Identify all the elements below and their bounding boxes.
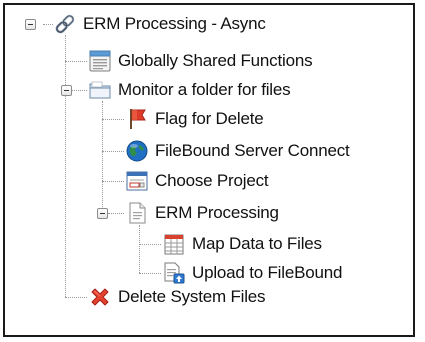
red-flag-icon <box>130 109 146 129</box>
calendar-list-icon <box>89 50 111 72</box>
red-x-icon <box>91 288 109 306</box>
upload-document-icon <box>164 262 185 284</box>
tree-view-panel: ERM Processing - Async Globally Shared F… <box>3 3 415 337</box>
tree-node-globally-shared-functions[interactable]: Globally Shared Functions <box>88 49 313 73</box>
globe-icon <box>126 140 148 162</box>
delete-system-files-label: Delete System Files <box>118 287 266 306</box>
erm-processing-collapse-toggle[interactable] <box>97 208 108 219</box>
root-collapse-toggle[interactable] <box>25 19 36 30</box>
choose-project-label: Choose Project <box>155 171 269 190</box>
folder-icon <box>89 81 111 99</box>
tree-node-monitor-folder[interactable]: Monitor a folder for files <box>88 78 291 102</box>
upload-to-filebound-label: Upload to FileBound <box>192 263 343 282</box>
monitor-folder-label: Monitor a folder for files <box>118 80 291 99</box>
process-tree: ERM Processing - Async Globally Shared F… <box>5 5 413 335</box>
tree-node-root[interactable]: ERM Processing - Async <box>53 12 266 36</box>
tree-node-upload-to-filebound[interactable]: Upload to FileBound <box>162 261 342 285</box>
filebound-server-connect-label: FileBound Server Connect <box>155 141 350 160</box>
erm-processing-label: ERM Processing <box>155 203 279 222</box>
table-calendar-icon <box>164 234 184 255</box>
monitor-folder-collapse-toggle[interactable] <box>61 85 72 96</box>
tree-node-erm-processing[interactable]: ERM Processing <box>125 201 279 225</box>
globally-shared-functions-label: Globally Shared Functions <box>118 51 313 70</box>
tree-node-delete-system-files[interactable]: Delete System Files <box>88 285 266 309</box>
root-label: ERM Processing - Async <box>83 14 266 33</box>
flag-for-delete-label: Flag for Delete <box>155 109 264 128</box>
tree-node-filebound-server-connect[interactable]: FileBound Server Connect <box>125 139 350 163</box>
chain-link-icon <box>55 14 75 34</box>
tree-node-choose-project[interactable]: Choose Project <box>125 169 269 193</box>
map-data-to-files-label: Map Data to Files <box>192 234 322 253</box>
tree-node-map-data-to-files[interactable]: Map Data to Files <box>162 232 322 256</box>
document-icon <box>129 202 146 224</box>
tree-node-flag-for-delete[interactable]: Flag for Delete <box>125 107 264 131</box>
window-form-icon <box>126 171 148 191</box>
